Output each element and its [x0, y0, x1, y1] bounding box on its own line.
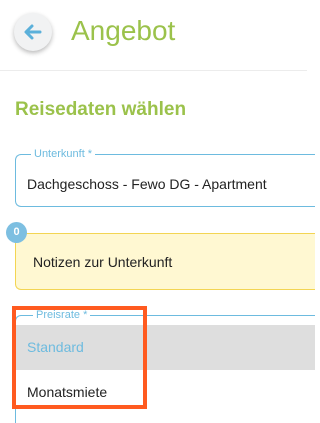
notes-field[interactable]: Notizen zur Unterkunft [15, 233, 315, 290]
rate-option-standard[interactable]: Standard [16, 325, 315, 370]
arrow-left-icon [24, 24, 42, 40]
section-title: Reisedaten wählen [15, 99, 187, 120]
notes-count-badge: 0 [6, 222, 27, 243]
notes-field-label: Notizen zur Unterkunft [33, 254, 173, 270]
back-button[interactable] [14, 13, 52, 51]
rate-select[interactable]: Preisrate * Standard Monatsmiete [15, 308, 315, 423]
accommodation-field-value: Dachgeschoss - Fewo DG - Apartment [27, 176, 267, 192]
page-title: Angebot [71, 15, 176, 46]
app-header: Angebot [0, 0, 307, 70]
rate-option-monatsmiete[interactable]: Monatsmiete [16, 370, 315, 415]
header-divider [0, 70, 307, 71]
rate-select-label: Preisrate * [33, 308, 91, 322]
accommodation-field[interactable]: Unterkunft * Dachgeschoss - Fewo DG - Ap… [15, 147, 315, 207]
accommodation-field-label: Unterkunft * [31, 147, 96, 161]
